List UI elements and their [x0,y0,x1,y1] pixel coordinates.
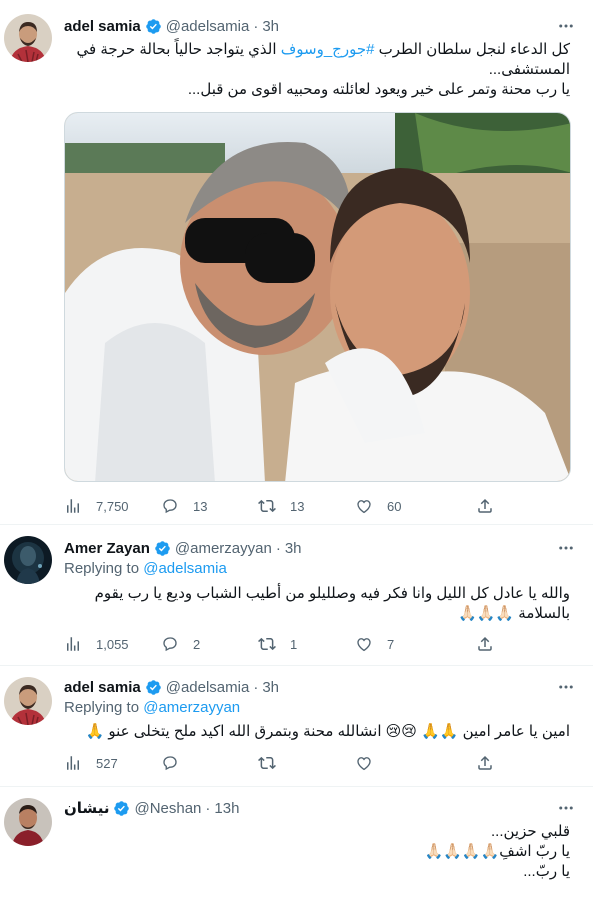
views-count: 7,750 [96,498,129,514]
avatar[interactable] [4,677,52,725]
retweet-count: 13 [290,498,305,514]
tweet-photo[interactable] [64,112,571,482]
share-button[interactable] [476,754,494,772]
verified-badge-icon [155,540,170,556]
avatar[interactable] [4,798,52,846]
reply-icon [163,499,177,514]
heart-icon [357,500,371,514]
display-name[interactable]: adel samia [64,679,141,696]
reply-button[interactable]: 2 [161,635,258,653]
like-button[interactable] [355,754,452,772]
views-count: 527 [96,755,118,771]
share-button[interactable] [476,497,494,515]
tweet-neshan[interactable]: نيشان @Neshan · 13h قلبي حزين... يا ربّ … [0,788,593,899]
retweet-button[interactable]: 13 [258,497,355,515]
separator-dot: · [253,678,259,696]
more-options-icon[interactable] [553,16,579,36]
like-button[interactable]: 60 [355,497,452,515]
more-options-icon[interactable] [553,538,579,558]
retweet-count: 1 [290,636,298,652]
reply-button[interactable]: 13 [161,497,258,515]
tweet-header: adel samia @adelsamia · 3h [64,16,279,36]
timestamp[interactable]: 3h [285,540,302,557]
share-button[interactable] [476,635,494,653]
heart-icon [357,638,371,652]
display-name[interactable]: نيشان [64,799,109,817]
reply-icon [163,756,177,771]
retweet-icon [258,637,276,651]
tweet-text-line-2: يا ربّ اشفِ🙏🏻🙏🏻🙏🏻🙏🏻 [424,843,570,860]
more-options-icon[interactable] [553,798,579,818]
like-count: 60 [387,498,402,514]
tweet-text-line-1: قلبي حزين... [491,823,570,840]
views-count: 1,055 [96,636,129,652]
share-icon [478,755,492,770]
reply-count: 2 [193,636,201,652]
more-options-icon[interactable] [553,677,579,697]
verified-badge-icon [145,18,161,34]
tweet-text-line-1: كل الدعاء لنجل سلطان الطرب #جورج_وسوف ال… [76,41,570,58]
separator-dot: · [205,799,211,817]
user-handle[interactable]: @adelsamia [166,18,250,35]
replying-to: Replying to @amerzayyan [64,699,241,716]
views-icon [67,637,79,651]
tweet-header: adel samia @adelsamia · 3h [64,677,279,697]
user-handle[interactable]: @adelsamia [166,679,250,696]
tweet-text: كل الدعاء لنجل سلطان الطرب #جورج_وسوف ال… [64,40,570,100]
reply-count: 13 [193,498,208,514]
separator-dot: · [275,539,281,557]
retweet-icon [258,756,276,770]
retweet-button[interactable] [258,754,355,772]
avatar[interactable] [4,536,52,584]
tweet-adel-samia-main[interactable]: adel samia @adelsamia · 3h كل الدعاء لنج… [0,0,593,525]
hashtag-link[interactable]: #جورج_وسوف [281,41,375,58]
tweet-adel-samia-reply[interactable]: adel samia @adelsamia · 3h Replying to @… [0,667,593,787]
tweet-header: Amer Zayan @amerzayyan · 3h [64,538,302,558]
display-name[interactable]: adel samia [64,18,141,35]
timestamp[interactable]: 3h [262,18,279,35]
like-count: 7 [387,636,395,652]
tweet-text-line-3: يا رب محنة وتمر على خير ويعود لعائلته وم… [187,81,570,98]
tweet-actions: 527 [64,753,494,773]
heart-icon [357,757,371,771]
views-button[interactable]: 527 [64,754,161,772]
tweet-text: امين يا عامر امين 🙏🙏 😢😢 انشالله محنة وبت… [64,722,570,742]
timestamp[interactable]: 3h [262,679,279,696]
views-button[interactable]: 7,750 [64,497,161,515]
replying-to: Replying to @adelsamia [64,560,227,577]
views-icon [67,756,79,770]
share-icon [478,636,492,651]
timestamp[interactable]: 13h [214,800,239,817]
user-handle[interactable]: @amerzayyan [175,540,272,557]
tweet-header: نيشان @Neshan · 13h [64,798,239,818]
tweet-text: قلبي حزين... يا ربّ اشفِ🙏🏻🙏🏻🙏🏻🙏🏻 يا ربّ.… [64,822,570,882]
verified-badge-icon [145,679,161,695]
tweet-text-line-2: المستشفى... [488,61,570,78]
tweet-text: والله يا عادل كل الليل وانا فكر فيه وصلل… [64,584,570,624]
tweet-text-line-1: امين يا عامر امين 🙏🙏 😢😢 انشالله محنة وبت… [85,723,570,740]
share-icon [478,498,492,513]
tweet-actions: 1,055 2 1 7 [64,634,494,654]
separator-dot: · [253,17,259,35]
avatar[interactable] [4,14,52,62]
views-icon [67,499,79,513]
verified-badge-icon [114,800,130,816]
tweet-text-line-3: يا ربّ... [523,863,570,880]
tweet-actions: 7,750 13 13 60 [64,496,494,516]
user-handle[interactable]: @Neshan [134,800,201,817]
retweet-button[interactable]: 1 [258,635,355,653]
replying-to-link[interactable]: @adelsamia [143,560,227,577]
tweet-text-line-1: والله يا عادل كل الليل وانا فكر فيه وصلل… [94,585,570,602]
reply-icon [163,637,177,652]
display-name[interactable]: Amer Zayan [64,540,150,557]
tweet-amer-zayan-reply[interactable]: Amer Zayan @amerzayyan · 3h Replying to … [0,526,593,666]
reply-button[interactable] [161,754,258,772]
like-button[interactable]: 7 [355,635,452,653]
replying-to-link[interactable]: @amerzayyan [143,699,240,716]
retweet-icon [258,499,276,513]
tweet-text-line-2: بالسلامة 🙏🏻🙏🏻🙏🏻 [458,605,570,622]
views-button[interactable]: 1,055 [64,635,161,653]
